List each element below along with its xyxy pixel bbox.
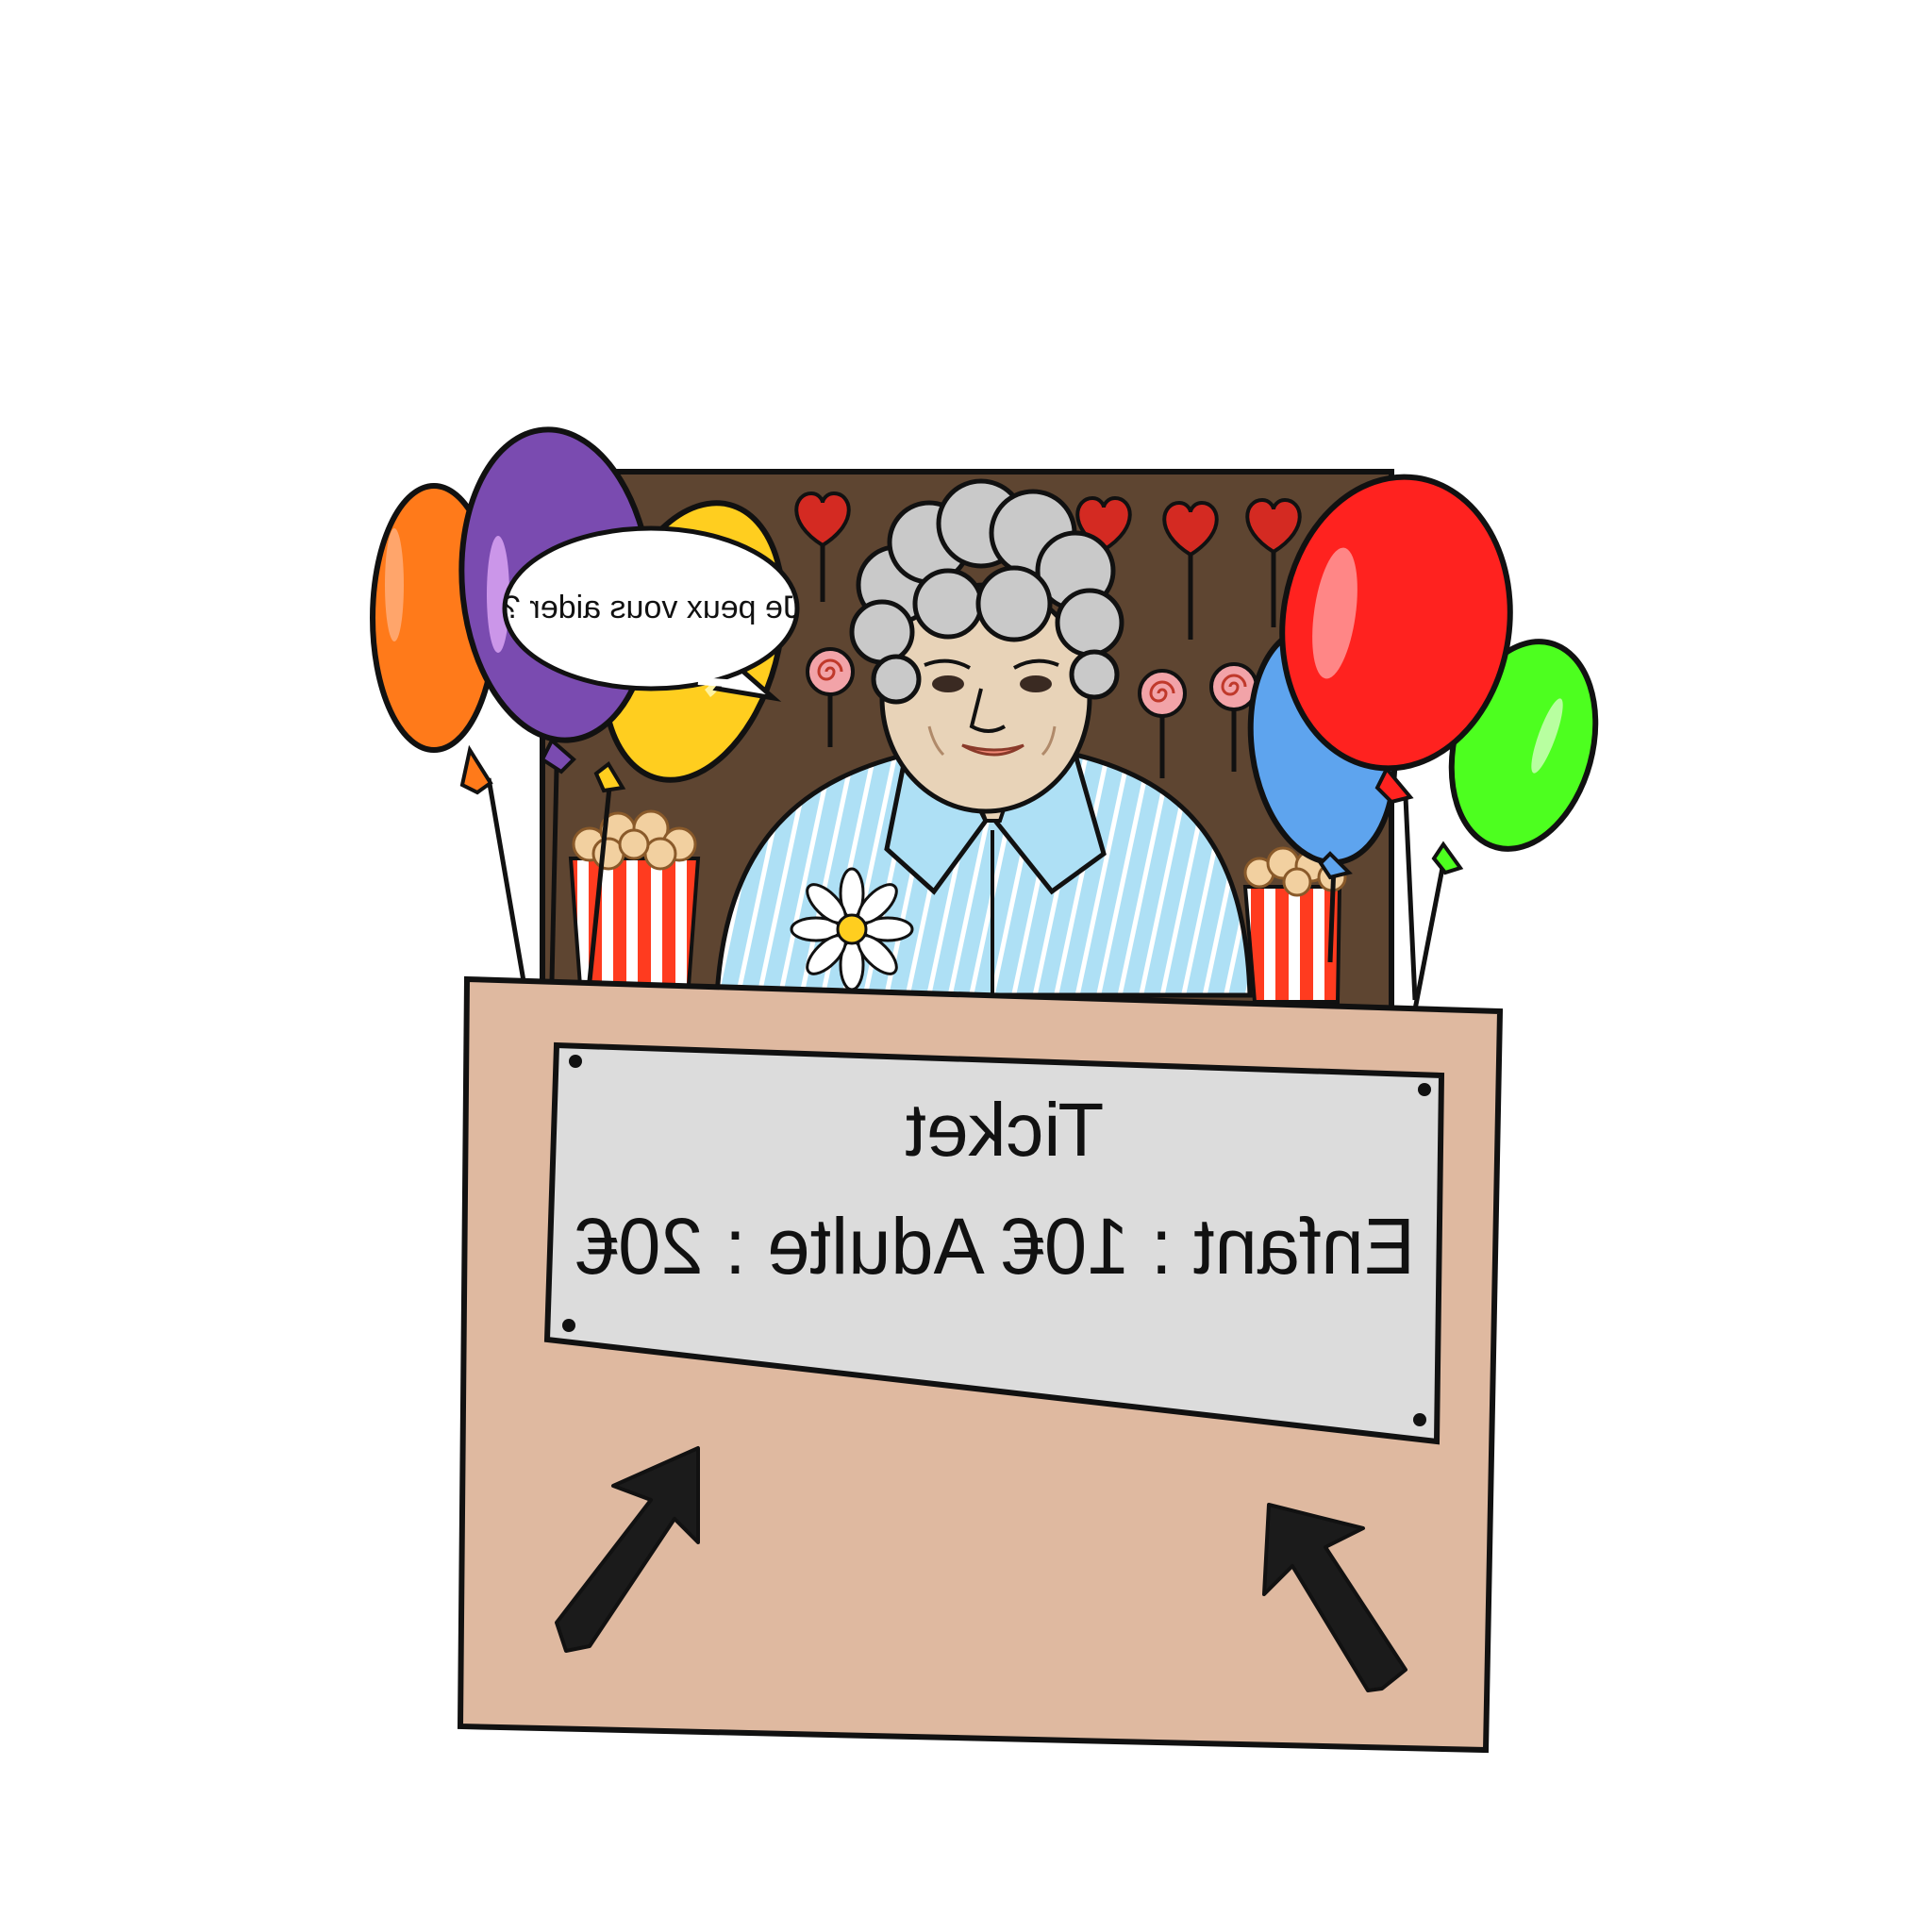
sign-prices: Enfant : 10€ Adulte : 20€ xyxy=(575,1202,1415,1291)
left-eye xyxy=(932,675,964,692)
daisy-icon xyxy=(790,867,914,991)
right-eye xyxy=(1020,675,1052,692)
sign-title: Ticket xyxy=(906,1088,1104,1172)
speech-bubble-text: Je peux vous aider ? xyxy=(503,590,799,625)
ticket-booth-illustration: Je peux vous aider ? Ticket Enfant : 10€… xyxy=(370,426,1599,1754)
